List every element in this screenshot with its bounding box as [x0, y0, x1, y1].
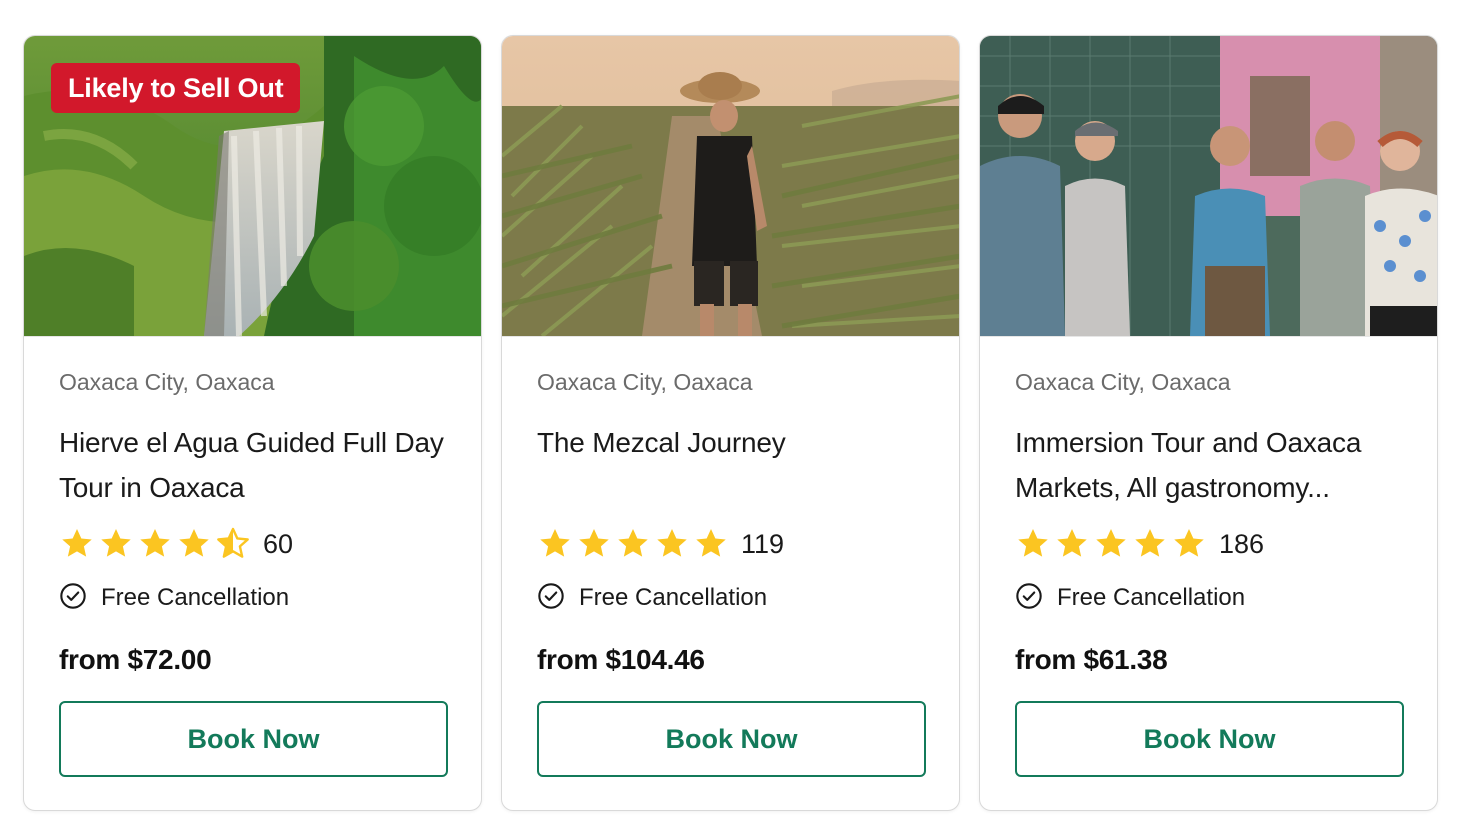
tour-title[interactable]: The Mezcal Journey	[537, 420, 924, 510]
tour-location: Oaxaca City, Oaxaca	[59, 369, 275, 395]
check-circle-icon	[59, 582, 87, 615]
tour-title[interactable]: Hierve el Agua Guided Full Day Tour in O…	[59, 420, 446, 510]
star-full-icon	[98, 526, 134, 562]
tour-price: from $104.46	[537, 644, 705, 675]
review-count: 60	[263, 528, 294, 559]
agave-field-photo	[502, 36, 959, 336]
tour-card[interactable]: Likely to Sell Out Oaxaca City, Oaxaca H…	[23, 35, 482, 811]
cancellation-row: Free Cancellation	[537, 581, 924, 615]
tour-location: Oaxaca City, Oaxaca	[1015, 369, 1231, 395]
tour-photo[interactable]	[502, 36, 959, 337]
tour-card[interactable]: Oaxaca City, Oaxaca The Mezcal Journey 1…	[501, 35, 960, 811]
star-full-icon	[137, 526, 173, 562]
star-full-icon	[1015, 526, 1051, 562]
cancellation-row: Free Cancellation	[59, 581, 446, 615]
star-full-icon	[654, 526, 690, 562]
free-cancellation-label: Free Cancellation	[101, 584, 290, 611]
book-now-button[interactable]: Book Now	[1015, 701, 1404, 777]
star-full-icon	[59, 526, 95, 562]
star-full-icon	[693, 526, 729, 562]
sell-out-badge: Likely to Sell Out	[51, 63, 301, 113]
star-full-icon	[1171, 526, 1207, 562]
star-half-icon	[215, 526, 251, 562]
tour-card[interactable]: Oaxaca City, Oaxaca Immersion Tour and O…	[979, 35, 1438, 811]
star-rating	[1015, 526, 1207, 562]
tour-price: from $61.38	[1015, 644, 1168, 675]
free-cancellation-label: Free Cancellation	[579, 584, 768, 611]
book-now-button[interactable]: Book Now	[537, 701, 926, 777]
review-count: 186	[1219, 528, 1265, 559]
market-group-photo	[980, 36, 1437, 336]
tour-title[interactable]: Immersion Tour and Oaxaca Markets, All g…	[1015, 420, 1402, 510]
star-full-icon	[1054, 526, 1090, 562]
review-count: 119	[741, 528, 785, 559]
star-rating	[59, 526, 251, 562]
star-rating	[537, 526, 729, 562]
book-now-button[interactable]: Book Now	[59, 701, 448, 777]
star-full-icon	[537, 526, 573, 562]
check-circle-icon	[1015, 582, 1043, 615]
cancellation-row: Free Cancellation	[1015, 581, 1402, 615]
check-circle-icon	[537, 582, 565, 615]
tour-photo[interactable]	[980, 36, 1437, 337]
star-full-icon	[1132, 526, 1168, 562]
rating-row: 119	[537, 524, 924, 564]
tour-cards-grid: Likely to Sell Out Oaxaca City, Oaxaca H…	[23, 35, 1438, 811]
free-cancellation-label: Free Cancellation	[1057, 584, 1246, 611]
rating-row: 186	[1015, 524, 1402, 564]
star-full-icon	[576, 526, 612, 562]
tour-photo[interactable]: Likely to Sell Out	[24, 36, 481, 337]
rating-row: 60	[59, 524, 446, 564]
tour-price: from $72.00	[59, 644, 212, 675]
star-full-icon	[176, 526, 212, 562]
tour-location: Oaxaca City, Oaxaca	[537, 369, 753, 395]
star-full-icon	[1093, 526, 1129, 562]
star-full-icon	[615, 526, 651, 562]
